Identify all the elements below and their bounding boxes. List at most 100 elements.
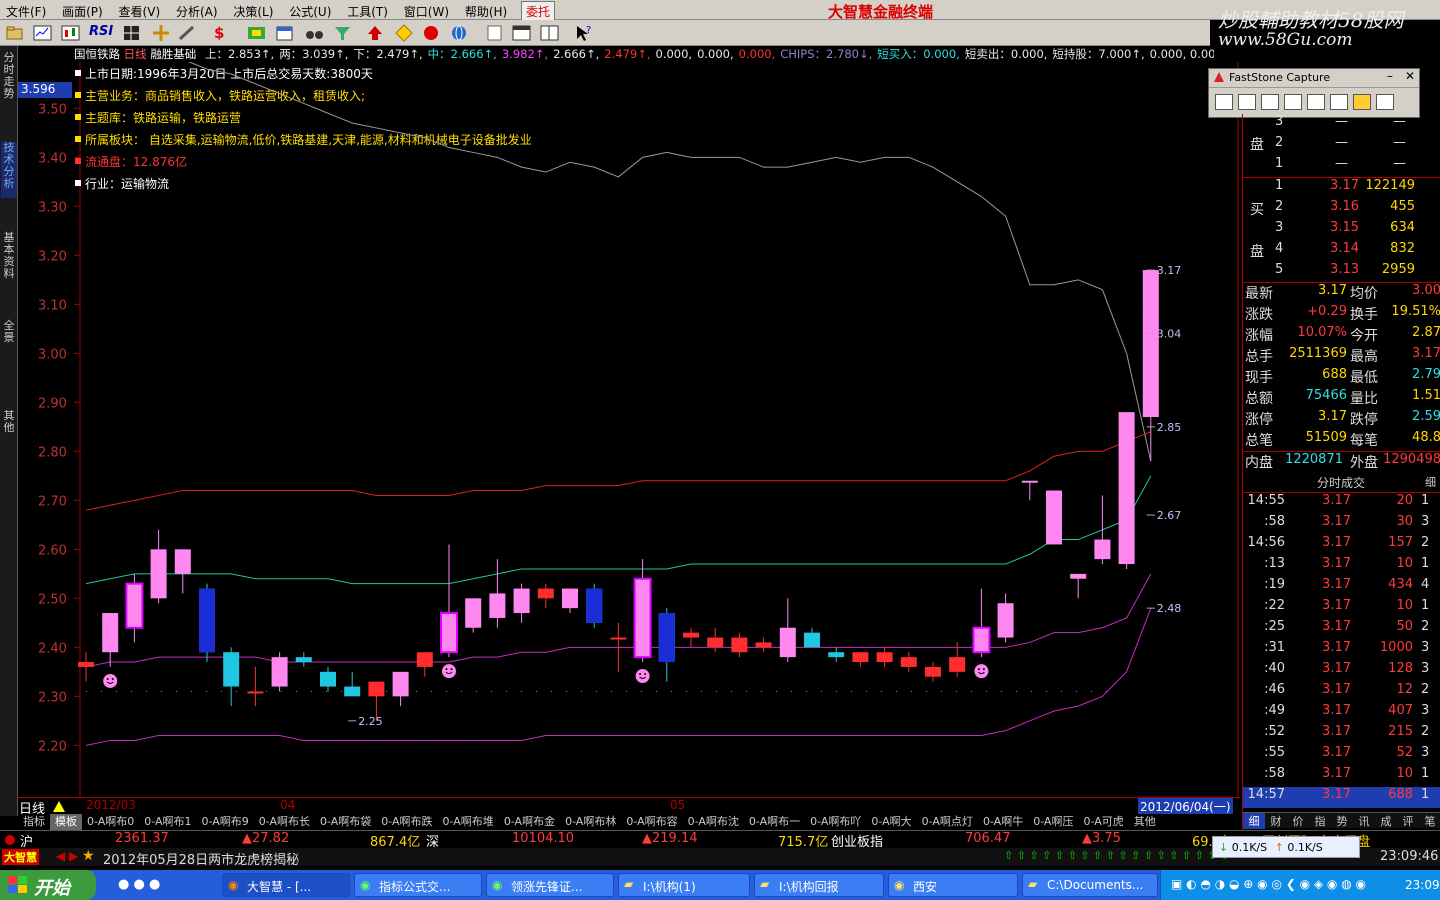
tab-fundamentals[interactable]: 基本资料 [1,232,17,288]
capture-object-icon[interactable] [1238,94,1256,110]
capture-rect-icon[interactable] [1261,94,1279,110]
quicklaunch-icons[interactable]: ● ● ● [118,877,160,892]
tick-row-6[interactable]: :25 3.17 50 2 [1243,619,1440,640]
menu-tools[interactable]: 工具(T) [341,0,394,20]
diamond-icon[interactable] [395,24,414,42]
menu-formula[interactable]: 公式(U) [283,0,337,20]
settings-icon[interactable] [1353,94,1371,110]
folder-icon[interactable] [5,24,24,42]
task-xian[interactable]: ◉ 西安 [888,873,1018,897]
tab-technical-analysis[interactable]: 技术分析 [1,142,17,198]
minimize-icon[interactable]: – [1387,69,1393,83]
right-tab-0[interactable]: 细 [1243,813,1265,829]
crosshair-icon[interactable] [152,24,171,42]
start-button[interactable]: 开始 [0,870,96,900]
tick-row-10[interactable]: :49 3.17 407 3 [1243,703,1440,724]
tab-panorama[interactable]: 全景 [1,320,17,350]
grid-icon[interactable] [122,24,141,42]
indicator-tab-13[interactable]: 0-A啊布一 [744,814,805,830]
tick-row-9[interactable]: :46 3.17 12 2 [1243,682,1440,703]
indicator-tab-16[interactable]: 0-A啊点灯 [917,814,978,830]
right-tab-3[interactable]: 指 [1309,813,1331,829]
tab-minute-trend[interactable]: 分时走势 [1,52,17,108]
menu-file[interactable]: 文件(F) [0,0,52,20]
indicator-tab-7[interactable]: 0-A啊布跌 [376,814,437,830]
indicator-tab-5[interactable]: 0-A啊布长 [254,814,315,830]
task-dzh[interactable]: ◉ 大智慧 - [... [222,873,350,897]
indicator-tab-8[interactable]: 0-A啊布堆 [438,814,499,830]
right-tab-2[interactable]: 价 [1287,813,1309,829]
tick-row-0[interactable]: 14:55 3.17 20 1 [1243,493,1440,514]
indicator-tab-3[interactable]: 0-A啊布1 [139,814,196,830]
indicator-tab-2[interactable]: 0-A啊布0 [82,814,139,830]
task-formula[interactable]: ◉ 指标公式交... [354,873,482,897]
menu-screen[interactable]: 画面(P) [56,0,109,20]
binoculars-icon[interactable] [305,24,324,42]
menu-view[interactable]: 查看(V) [113,0,167,20]
kline-chart[interactable]: 3.50 3.40 3.30 3.20 3.10 3.00 2.90 2.80 2.70 2.60… [18,62,1240,797]
minute-chart-icon[interactable] [33,24,52,42]
indicator-tab-1[interactable]: 模板 [50,814,82,830]
indicator-tab-17[interactable]: 0-A啊牛 [978,814,1028,830]
tick-row-13[interactable]: :58 3.17 10 1 [1243,766,1440,787]
right-tab-5[interactable]: 讯 [1353,813,1375,829]
compare-icon[interactable] [247,24,266,42]
window-split-icon[interactable] [540,24,559,42]
record-icon[interactable] [422,24,441,42]
tick-row-12[interactable]: :55 3.17 52 3 [1243,745,1440,766]
task-folder-1[interactable]: ▰ I:\机构(1) [618,873,750,897]
right-tab-8[interactable]: 笔 [1419,813,1440,829]
nav-arrows-icon[interactable]: ◀ ▶ [56,849,78,863]
indicator-tab-15[interactable]: 0-A啊大 [866,814,916,830]
indicator-tab-11[interactable]: 0-A啊布容 [621,814,682,830]
capture-full-icon[interactable] [1307,94,1325,110]
filter-icon[interactable] [333,24,352,42]
tick-row-4[interactable]: :19 3.17 434 4 [1243,577,1440,598]
menu-window[interactable]: 窗口(W) [398,0,455,20]
window-icon[interactable] [512,24,531,42]
indicator-tab-10[interactable]: 0-A啊布林 [560,814,621,830]
indicator-tab-12[interactable]: 0-A啊布沈 [683,814,744,830]
tick-row-7[interactable]: :31 3.17 1000 3 [1243,640,1440,661]
arrow-up-icon[interactable] [366,24,385,42]
task-folder-2[interactable]: ▰ I:\机构回报 [754,873,884,897]
buy-row-5[interactable]: 5 3.13 2959 [1243,262,1440,283]
task-documents[interactable]: ▰ C:\Documents... [1022,873,1158,897]
menu-decision[interactable]: 决策(L) [227,0,279,20]
indicator-tab-20[interactable]: 其他 [1129,814,1161,830]
calendar-icon[interactable] [275,24,294,42]
right-tab-1[interactable]: 财 [1265,813,1287,829]
faststone-capture-window[interactable]: FastStone Capture – ✕ [1208,68,1420,118]
news-headline[interactable]: 2012年05月28日两市龙虎榜揭秘 [103,849,299,868]
capture-scroll-icon[interactable] [1330,94,1348,110]
tray-icons[interactable]: ▣ ◐ ◓ ◑ ◒ ⊕ ◉ ◎ ❮ ◉ ◈ ◉ ◍ ◉ [1171,877,1366,891]
tick-row-1[interactable]: :58 3.17 30 3 [1243,514,1440,535]
task-leader[interactable]: ◉ 领涨先锋证... [486,873,614,897]
indicator-tab-6[interactable]: 0-A啊布袋 [315,814,376,830]
pin-icon[interactable] [1376,94,1394,110]
indicator-tab-9[interactable]: 0-A啊布金 [499,814,560,830]
indicator-tab-14[interactable]: 0-A啊布吖 [805,814,866,830]
pencil-icon[interactable] [177,24,196,42]
indicator-tab-19[interactable]: 0-A可虎 [1078,814,1128,830]
tick-row-3[interactable]: :13 3.17 10 1 [1243,556,1440,577]
menu-help[interactable]: 帮助(H) [459,0,513,20]
indicator-tab-4[interactable]: 0-A啊布9 [197,814,254,830]
kline-chart-icon[interactable] [61,24,80,42]
close-icon[interactable]: ✕ [1405,69,1415,83]
tab-other[interactable]: 其他 [1,410,17,440]
entrust-button[interactable]: 委托 [521,1,556,22]
indicator-tab-18[interactable]: 0-A啊压 [1028,814,1078,830]
tick-row-5[interactable]: :22 3.17 10 1 [1243,598,1440,619]
rsi-icon[interactable]: RSI [89,24,113,42]
indicator-name[interactable]: 融胜基础 [150,47,196,61]
right-tab-7[interactable]: 评 [1397,813,1419,829]
tick-row-8[interactable]: :40 3.17 128 3 [1243,661,1440,682]
right-tab-6[interactable]: 成 [1375,813,1397,829]
buy-row-3[interactable]: 3 3.15 634 [1243,220,1440,241]
capture-window-icon[interactable] [1215,94,1233,110]
right-tab-4[interactable]: 势 [1331,813,1353,829]
dollar-icon[interactable]: $ [214,24,233,42]
page-icon[interactable] [485,24,504,42]
indicator-tab-0[interactable]: 指标 [18,814,50,830]
